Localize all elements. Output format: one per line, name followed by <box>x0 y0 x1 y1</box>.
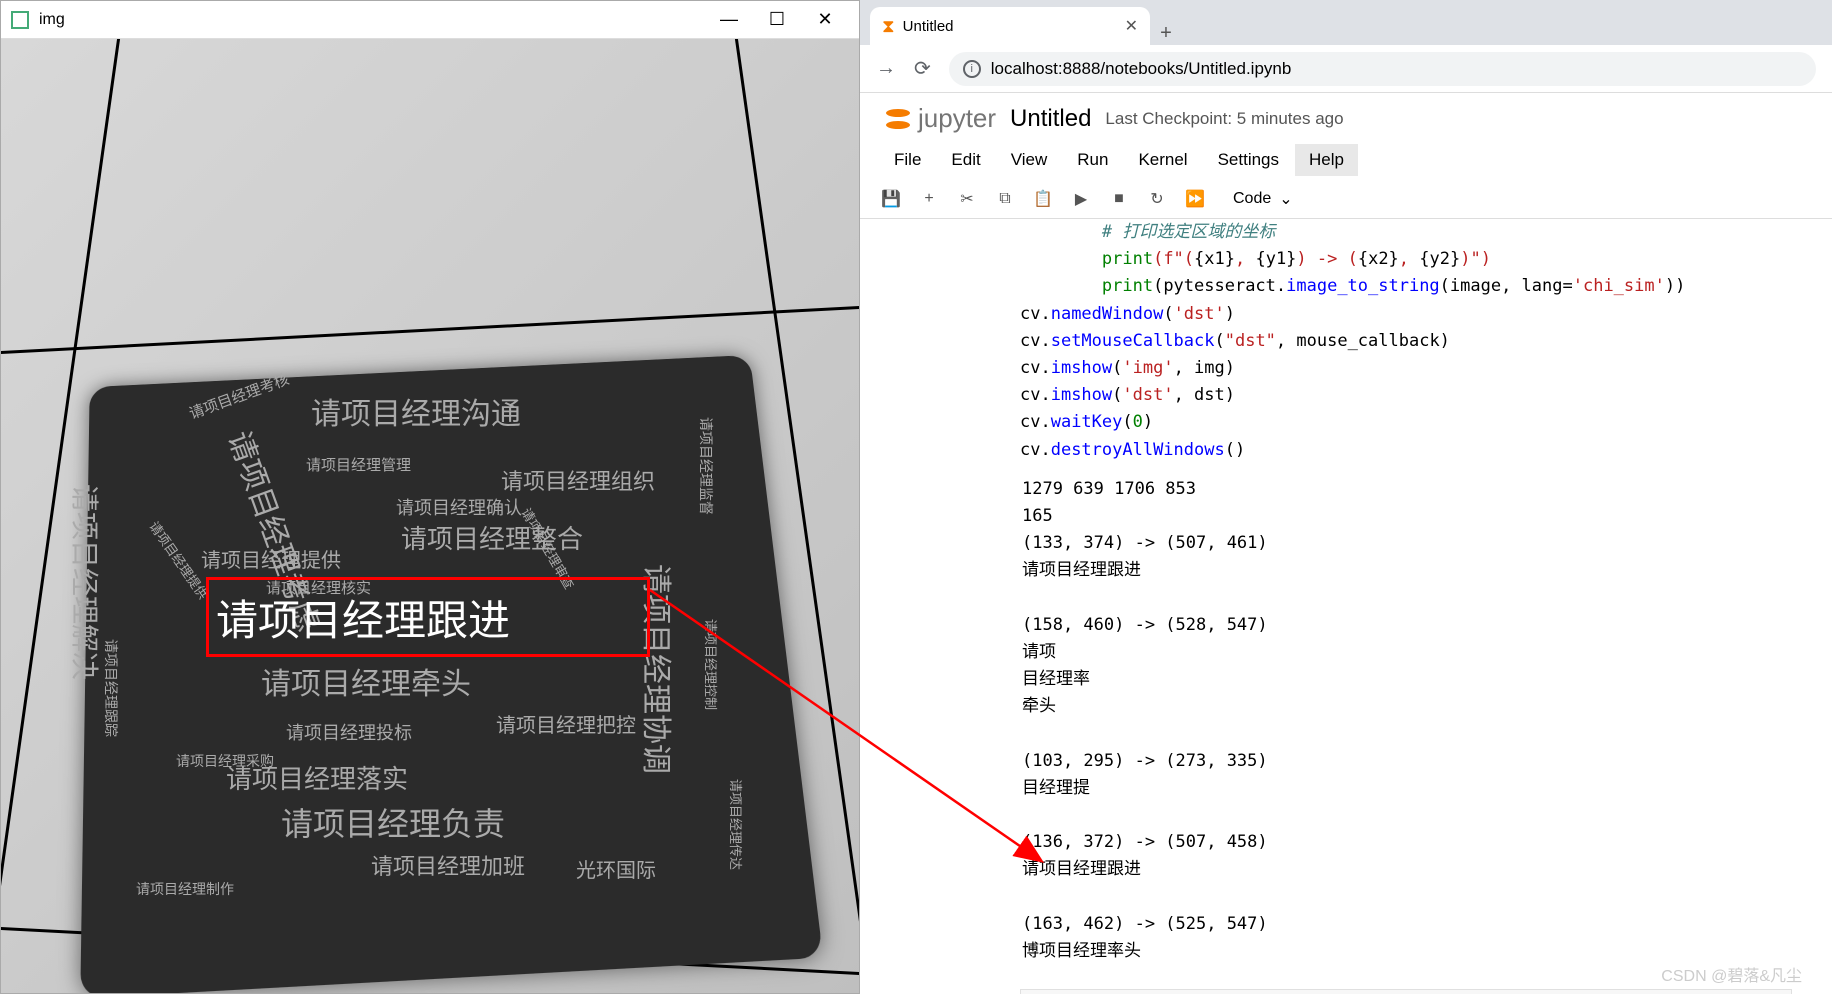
pad-text: 请项目经理解决 <box>66 484 106 680</box>
maximize-button[interactable]: ☐ <box>763 9 791 30</box>
menu-help[interactable]: Help <box>1295 144 1358 176</box>
output-cell: 1279 639 1706 853 165 (133, 374) -> (507… <box>940 472 1792 969</box>
url-text: localhost:8888/notebooks/Untitled.ipynb <box>991 59 1292 79</box>
cut-button[interactable]: ✂ <box>956 188 978 210</box>
pad-text: 请项目经理落实 <box>226 759 408 796</box>
jupyter-header: jupyter Untitled Last Checkpoint: 5 minu… <box>860 93 1832 140</box>
minimize-button[interactable]: — <box>715 9 743 30</box>
pad-text: 请项目经理负责 <box>281 799 505 845</box>
toolbar: 💾 + ✂ ⧉ 📋 ▶ ■ ↻ ⏩ Code ⌄ <box>860 180 1832 219</box>
pad-text: 请项目经理牵头 <box>261 659 471 703</box>
highlighted-text: 请项目经理跟进 <box>216 587 510 648</box>
code-content[interactable]: [x for x in dir(cv) if x.startswith('EVE… <box>1020 989 1792 994</box>
cell-prompt: [160]: <box>940 989 1020 994</box>
fast-forward-button[interactable]: ⏩ <box>1184 188 1206 210</box>
pad-text: 请项目经理控制 <box>702 619 721 710</box>
cell-prompt <box>940 219 1020 464</box>
menu-view[interactable]: View <box>997 144 1062 176</box>
restart-button[interactable]: ↻ <box>1146 188 1168 210</box>
app-icon <box>11 11 29 29</box>
pad-text: 请项目经理监督 <box>696 417 716 515</box>
reload-button[interactable]: ⟳ <box>914 56 931 81</box>
save-button[interactable]: 💾 <box>880 188 902 210</box>
output-prompt <box>940 472 1020 969</box>
copy-button[interactable]: ⧉ <box>994 188 1016 210</box>
close-button[interactable]: ✕ <box>811 9 839 30</box>
paste-button[interactable]: 📋 <box>1032 188 1054 210</box>
pad-text: 请项目经理把控 <box>496 709 636 738</box>
menu-edit[interactable]: Edit <box>937 144 994 176</box>
menu-settings[interactable]: Settings <box>1204 144 1293 176</box>
url-bar: → ⟳ i localhost:8888/notebooks/Untitled.… <box>860 45 1832 93</box>
browser-tab[interactable]: ⧗ Untitled ✕ <box>870 7 1150 45</box>
output-content: 1279 639 1706 853 165 (133, 374) -> (507… <box>1020 472 1792 969</box>
tab-title: Untitled <box>903 18 1117 35</box>
code-cell-next[interactable]: [160]: [x for x in dir(cv) if x.startswi… <box>940 989 1792 994</box>
menu-run[interactable]: Run <box>1063 144 1122 176</box>
notebook-title[interactable]: Untitled <box>1010 105 1091 133</box>
add-cell-button[interactable]: + <box>918 188 940 210</box>
pad-text: 请项目经理投标 <box>286 719 412 745</box>
window-title: img <box>39 11 715 29</box>
run-button[interactable]: ▶ <box>1070 188 1092 210</box>
stop-button[interactable]: ■ <box>1108 188 1130 210</box>
window-titlebar[interactable]: img — ☐ ✕ <box>1 1 859 39</box>
pad-text: 请项目经理加班 <box>371 849 525 881</box>
new-tab-button[interactable]: + <box>1150 22 1182 45</box>
image-display[interactable]: 请项目经理考核请项目经理沟通请项目经理组织请项目经理管理请项目经理提供请项目经理… <box>1 39 859 993</box>
pad-text: 光环国际 <box>576 854 656 883</box>
jupyter-icon <box>884 105 912 133</box>
hourglass-icon: ⧗ <box>882 16 895 37</box>
menu-kernel[interactable]: Kernel <box>1124 144 1201 176</box>
code-cell[interactable]: # 打印选定区域的坐标 print(f"({x1}, {y1}) -> ({x2… <box>940 219 1792 464</box>
browser-window: ⧗ Untitled ✕ + → ⟳ i localhost:8888/note… <box>860 0 1832 994</box>
close-tab-button[interactable]: ✕ <box>1125 16 1138 36</box>
chevron-down-icon: ⌄ <box>1279 189 1292 209</box>
forward-button[interactable]: → <box>876 57 896 80</box>
opencv-window: img — ☐ ✕ 请项目经理考核请项目经理沟通请项目经理组织请项目经理管理请项… <box>0 0 860 994</box>
checkpoint-text: Last Checkpoint: 5 minutes ago <box>1105 109 1343 129</box>
pad-text: 请项目经理传达 <box>727 779 746 870</box>
notebook-area[interactable]: # 打印选定区域的坐标 print(f"({x1}, {y1}) -> ({x2… <box>860 219 1832 994</box>
pad-text: 请项目经理组织 <box>501 464 655 496</box>
pad-text: 请项目经理确认 <box>396 494 522 520</box>
pad-text: 请项目经理沟通 <box>311 389 521 433</box>
menu-bar: File Edit View Run Kernel Settings Help <box>860 140 1832 180</box>
menu-file[interactable]: File <box>880 144 935 176</box>
cell-type-select[interactable]: Code ⌄ <box>1222 186 1304 212</box>
browser-tab-bar: ⧗ Untitled ✕ + <box>860 0 1832 45</box>
url-input[interactable]: i localhost:8888/notebooks/Untitled.ipyn… <box>949 52 1816 86</box>
watermark: CSDN @碧落&凡尘 <box>1661 962 1802 986</box>
pad-text: 请项目经理管理 <box>306 454 411 475</box>
pad-text: 请项目经理制作 <box>136 879 234 899</box>
jupyter-logo[interactable]: jupyter <box>884 103 996 134</box>
code-content[interactable]: # 打印选定区域的坐标 print(f"({x1}, {y1}) -> ({x2… <box>1020 219 1792 464</box>
pad-text: 请项目经理跟踪 <box>101 639 121 737</box>
site-info-icon[interactable]: i <box>963 60 981 78</box>
